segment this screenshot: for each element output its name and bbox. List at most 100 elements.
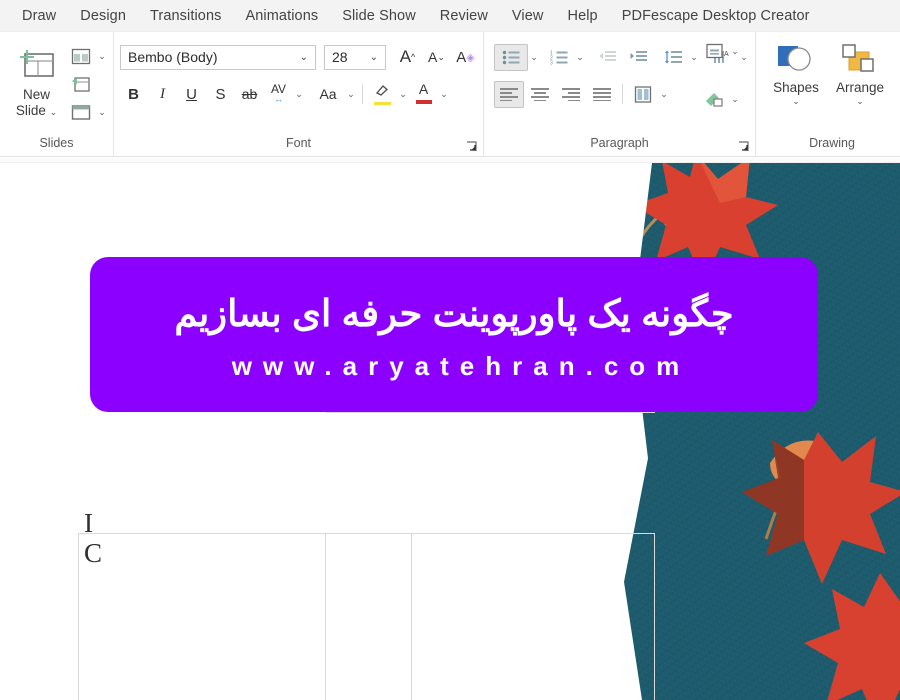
quick-styles-button[interactable]: Q Sty	[892, 38, 900, 110]
chevron-down-icon[interactable]: ⌄	[529, 52, 539, 63]
character-spacing-button[interactable]: AV ↔	[265, 81, 292, 108]
shapes-button[interactable]: Shapes ⌄	[764, 38, 828, 107]
chevron-down-icon[interactable]: ⌄	[50, 107, 58, 117]
ribbon-body: New Slide ⌄ ⌄ ⌄ Slides Bembo (Body) ⌄ 28…	[0, 32, 900, 157]
numbered-list-icon: 1 2 3	[550, 50, 567, 65]
tab-slide-show[interactable]: Slide Show	[330, 0, 428, 32]
smartart-icon	[700, 87, 728, 111]
change-case-button[interactable]: Aa	[312, 81, 344, 108]
chevron-down-icon[interactable]: ⌄	[730, 94, 740, 105]
italic-label: I	[160, 85, 165, 102]
font-dialog-launcher[interactable]	[466, 141, 478, 153]
chevron-down-icon[interactable]: ⌄	[792, 95, 800, 107]
slide-workspace: •October 11, 2022 I C	[0, 158, 900, 700]
chevron-down-icon[interactable]: ⌄	[346, 89, 356, 100]
chevron-down-icon[interactable]: ⌄	[97, 107, 107, 118]
convert-to-smartart-button[interactable]: ⌄	[700, 86, 758, 112]
text-shadow-label: S	[215, 85, 226, 103]
tab-review[interactable]: Review	[428, 0, 500, 32]
arrange-button[interactable]: Arrange ⌄	[828, 38, 892, 107]
bold-button[interactable]: B	[120, 81, 147, 108]
tab-design[interactable]: Design	[68, 0, 138, 32]
increase-indent-icon	[630, 51, 647, 61]
chevron-down-icon[interactable]: ⌄	[398, 89, 408, 100]
promo-banner: چگونه یک پاورپوینت حرفه ای بسازیم www.ar…	[90, 257, 818, 412]
font-color-button[interactable]: A	[410, 81, 437, 108]
chevron-down-icon[interactable]: ⌄	[856, 95, 864, 107]
numbering-button[interactable]: 1 2 3	[544, 44, 574, 71]
paragraph-extra-buttons: ⌄ ⌄	[700, 38, 758, 112]
justify-button[interactable]	[587, 81, 617, 108]
layout-icon	[67, 44, 95, 68]
bullets-button[interactable]	[494, 43, 528, 71]
strikethrough-button[interactable]: ab	[236, 81, 263, 108]
decrease-font-size-button[interactable]: A ⌄	[423, 44, 450, 71]
highlighter-icon	[375, 84, 388, 96]
chevron-down-icon[interactable]: ⌄	[362, 52, 383, 63]
chevron-down-icon[interactable]: ⌄	[97, 51, 107, 62]
font-name-value: Bembo (Body)	[128, 49, 218, 65]
decrease-indent-button[interactable]	[592, 44, 622, 71]
chevron-down-icon[interactable]: ⌄	[294, 89, 304, 100]
tab-pdfescape-desktop-creator[interactable]: PDFescape Desktop Creator	[610, 0, 822, 32]
font-color-label: A	[418, 80, 429, 97]
tab-transitions[interactable]: Transitions	[138, 0, 233, 32]
spacing-arrow-icon: ↔	[274, 93, 283, 104]
text-highlight-color-button[interactable]	[369, 81, 396, 108]
tab-view[interactable]: View	[500, 0, 556, 32]
shapes-icon	[773, 38, 819, 80]
align-left-icon	[500, 87, 518, 101]
new-slide-button[interactable]: New Slide ⌄	[6, 39, 67, 120]
text-shadow-button[interactable]: S	[207, 81, 234, 108]
new-slide-label-line1: New	[22, 87, 50, 102]
font-name-combobox[interactable]: Bembo (Body) ⌄	[120, 44, 316, 70]
align-left-button[interactable]	[494, 80, 524, 108]
columns-icon	[634, 85, 652, 103]
chevron-down-icon[interactable]: ⌄	[689, 52, 699, 63]
quick-styles-icon	[896, 38, 900, 80]
paragraph-dialog-launcher[interactable]	[738, 141, 750, 153]
chevron-down-icon[interactable]: ⌄	[439, 89, 449, 100]
underline-button[interactable]: U	[178, 81, 205, 108]
columns-button[interactable]	[628, 81, 658, 108]
increase-font-size-label: A	[399, 47, 412, 66]
line-spacing-icon	[664, 50, 682, 63]
chevron-down-icon[interactable]: ⌄	[730, 46, 740, 57]
chevron-down-icon[interactable]: ⌄	[575, 52, 585, 63]
font-size-combobox[interactable]: 28 ⌄	[324, 44, 386, 70]
promo-banner-url: www.aryatehran.com	[231, 351, 691, 382]
increase-font-size-button[interactable]: A ^	[394, 44, 421, 71]
layout-button[interactable]: ⌄	[67, 43, 107, 69]
align-text-icon	[700, 39, 728, 63]
change-case-label: Aa	[319, 86, 337, 102]
chevron-down-icon[interactable]: ⌄	[659, 89, 669, 100]
align-right-button[interactable]	[556, 81, 586, 108]
increase-indent-button[interactable]	[623, 44, 653, 71]
slide-background-photo	[620, 163, 900, 700]
group-label-slides: Slides	[39, 136, 74, 150]
line-spacing-button[interactable]	[658, 44, 688, 71]
section-button[interactable]: ⌄	[67, 99, 107, 125]
align-center-button[interactable]	[525, 81, 555, 108]
clear-formatting-button[interactable]: A ◈	[452, 44, 479, 71]
new-slide-icon	[17, 43, 57, 87]
group-label-drawing: Drawing	[809, 136, 855, 150]
ribbon-group-drawing: Shapes ⌄ Arrange ⌄ Drawing	[756, 32, 900, 156]
new-slide-label-line2: Slide	[15, 103, 46, 118]
tab-animations[interactable]: Animations	[233, 0, 330, 32]
leaf-icon	[804, 573, 900, 700]
underline-label: U	[186, 85, 197, 103]
reset-icon	[67, 72, 95, 96]
italic-button[interactable]: I	[149, 81, 176, 108]
slide-canvas[interactable]: •October 11, 2022 I C	[0, 163, 900, 700]
promo-banner-title: چگونه یک پاورپوینت حرفه ای بسازیم	[174, 293, 734, 334]
tab-draw[interactable]: Draw	[10, 0, 68, 32]
reset-button[interactable]	[67, 71, 107, 97]
tab-help[interactable]: Help	[556, 0, 610, 32]
chevron-down-icon[interactable]: ⌄	[292, 52, 313, 63]
decrease-indent-icon	[599, 51, 616, 61]
slide-content-placeholder[interactable]	[325, 533, 655, 700]
clear-formatting-label: A	[456, 48, 467, 66]
group-label-font: Font	[285, 136, 311, 150]
align-text-button[interactable]: ⌄	[700, 38, 758, 64]
